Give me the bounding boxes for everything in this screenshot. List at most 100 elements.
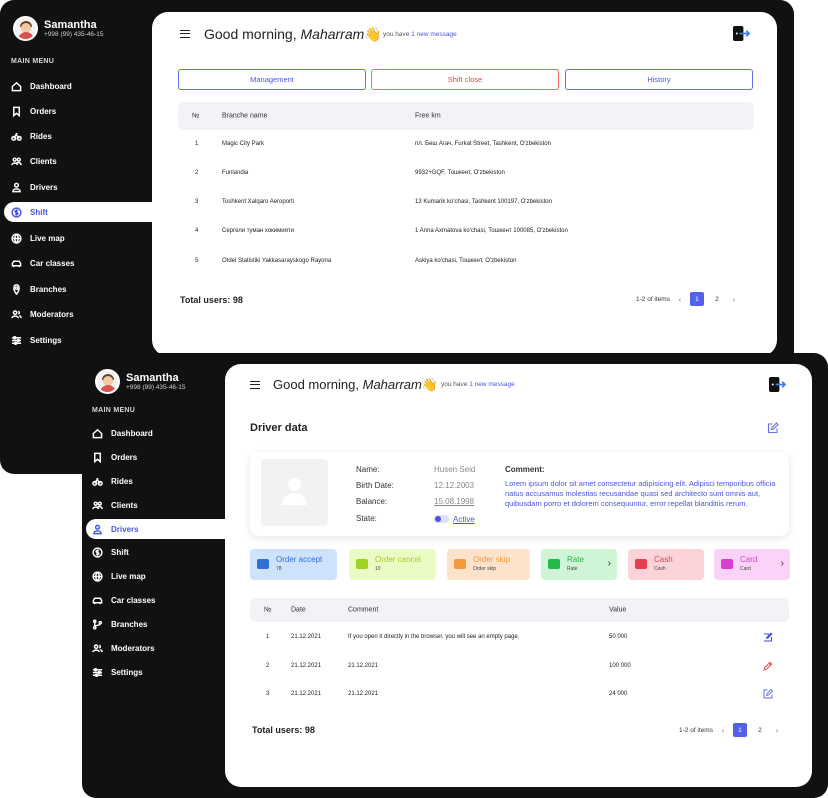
- next-page-icon[interactable]: ›: [773, 726, 781, 735]
- table-row[interactable]: 5 Otdel Statistiki Yakkasarayskogo Rayon…: [178, 247, 754, 275]
- stat-card[interactable]: Card Card ›: [714, 549, 790, 580]
- new-message-link[interactable]: 1 new message: [411, 31, 457, 38]
- logout-icon[interactable]: [768, 376, 787, 393]
- sidebar-item-branches[interactable]: Branches: [11, 279, 66, 299]
- table-row[interactable]: 2 Funlandia 9932+GQF, Тошкент, O'zbekist…: [178, 159, 754, 187]
- message-notice: you have 1 new message: [441, 381, 515, 388]
- sidebar-item-rides[interactable]: Rides: [11, 126, 52, 146]
- message-prefix: you have: [441, 381, 470, 388]
- stat-order-accept[interactable]: Order accept 78: [250, 549, 337, 580]
- prev-page-icon[interactable]: ‹: [676, 295, 684, 304]
- profile[interactable]: Samantha +998 (99) 435-46-15: [13, 16, 103, 41]
- cell-date: 21.12.2021: [291, 663, 322, 669]
- page-button[interactable]: 2: [753, 723, 767, 737]
- tab-management[interactable]: Management: [178, 69, 366, 90]
- folder-icon: [548, 559, 560, 569]
- home-icon: [92, 428, 103, 438]
- pagination: 1-2 of items ‹ 1 2 ›: [679, 723, 781, 737]
- pagination: 1-2 of items ‹ 1 2 ›: [636, 292, 738, 306]
- stat-cash[interactable]: Cash Cash: [628, 549, 704, 580]
- table-row[interactable]: 3 Toshkent Xalqaro Aeroporti 13 Kumarik …: [178, 188, 754, 216]
- cell-value: 100 000: [609, 663, 631, 669]
- new-message-link[interactable]: 1 new message: [469, 381, 515, 388]
- field-label-balance: Balance:: [356, 497, 388, 506]
- hamburger-menu-icon[interactable]: [180, 30, 190, 38]
- globe-icon: [92, 570, 103, 582]
- sidebar-item-shift[interactable]: Shift: [92, 542, 129, 562]
- sidebar-item-settings[interactable]: Settings: [92, 662, 143, 682]
- profile[interactable]: Samantha +998 (99) 435-46-15: [95, 369, 185, 394]
- sidebar-item-live-map[interactable]: Live map: [11, 228, 65, 248]
- driver-photo-placeholder[interactable]: [261, 459, 328, 526]
- cell-address: пл. Бeш Агач, Furkat Street, Tashkent, O…: [415, 141, 551, 147]
- sidebar-item-car-classes[interactable]: Car classes: [11, 253, 74, 273]
- table-row[interactable]: 2 21.12.2021 21.12.2021 100 000: [250, 652, 789, 680]
- stat-order-cancel[interactable]: Order cancel 10: [349, 549, 436, 580]
- sidebar-item-drivers[interactable]: Drivers: [86, 519, 225, 539]
- sidebar-item-label: Rides: [30, 131, 52, 141]
- pin-icon: [13, 283, 20, 295]
- next-page-icon[interactable]: ›: [730, 295, 738, 304]
- app-window-driver: Samantha +998 (99) 435-46-15 MAIN MENU D…: [82, 353, 828, 798]
- sidebar-item-live-map[interactable]: Live map: [92, 566, 146, 586]
- col-number: №: [264, 606, 272, 614]
- greeting-user: Maharram: [300, 26, 365, 42]
- moderators-icon: [92, 643, 103, 652]
- sidebar-item-orders[interactable]: Orders: [92, 447, 137, 467]
- page-button[interactable]: 1: [732, 723, 747, 737]
- sidebar-item-settings[interactable]: Settings: [11, 330, 62, 350]
- stat-sub: Cash: [654, 566, 666, 572]
- page-button[interactable]: 1: [689, 292, 704, 306]
- stat-rate[interactable]: Rate Rate ›: [541, 549, 617, 580]
- field-value-name: Husen Seid: [434, 465, 476, 474]
- cell-date: 21.12.2021: [291, 691, 322, 697]
- prev-page-icon[interactable]: ‹: [719, 726, 727, 735]
- check-edit-icon[interactable]: [763, 632, 773, 642]
- sidebar-item-orders[interactable]: Orders: [11, 101, 56, 121]
- cell-number: 2: [266, 663, 270, 669]
- composition: Samantha +998 (99) 435-46-15 MAIN MENU D…: [0, 0, 828, 798]
- table-row[interactable]: 1 21.12.2021 If you open it directly in …: [250, 623, 789, 651]
- sidebar-item-car-classes[interactable]: Car classes: [92, 590, 155, 610]
- stat-order-skip[interactable]: Order skip Order skip: [447, 549, 530, 580]
- sidebar-item-moderators[interactable]: Moderators: [92, 638, 155, 658]
- wave-emoji: 👋: [364, 26, 382, 42]
- sidebar-item-drivers[interactable]: Drivers: [11, 177, 58, 197]
- sidebar-item-clients[interactable]: Clients: [11, 151, 57, 171]
- table-row[interactable]: 3 21.12.2021 21.12.2021 24 000: [250, 680, 789, 708]
- comment-title: Comment:: [505, 465, 545, 474]
- table-row[interactable]: 1 Magic City Park пл. Бeш Агач, Furkat S…: [178, 130, 754, 158]
- folder-icon: [721, 559, 733, 569]
- table-row[interactable]: 4 Сергели туман хокимияти 1 Anna Axmatov…: [178, 217, 754, 245]
- hamburger-menu-icon[interactable]: [250, 381, 260, 389]
- sidebar-item-dashboard[interactable]: Dashboard: [92, 423, 153, 443]
- page-button[interactable]: 2: [710, 292, 724, 306]
- dollar-icon: [92, 546, 103, 558]
- logout-icon[interactable]: [732, 25, 751, 42]
- sidebar-item-clients[interactable]: Clients: [92, 495, 138, 515]
- delete-edit-icon[interactable]: [763, 661, 773, 671]
- sidebar-item-dashboard[interactable]: Dashboard: [11, 76, 152, 96]
- col-free-km: Free km: [415, 112, 441, 120]
- home-icon: [11, 81, 22, 91]
- stat-label: Order accept: [276, 555, 323, 564]
- tab-history[interactable]: History: [565, 69, 753, 90]
- sidebar-item-branches[interactable]: Branches: [92, 614, 147, 634]
- cell-number: 2: [195, 170, 199, 176]
- edit-icon[interactable]: [767, 422, 779, 434]
- cell-number: 1: [195, 141, 199, 147]
- greeting: Good morning, Maharram👋: [273, 377, 438, 393]
- cell-value: 24 000: [609, 691, 628, 697]
- tab-shift-close[interactable]: Shift close: [371, 69, 559, 90]
- table-header: № Date Comment Value: [250, 598, 789, 622]
- sidebar-item-label: Orders: [111, 452, 138, 462]
- state-toggle[interactable]: [434, 515, 449, 523]
- field-value-balance: 15.08.1998: [434, 497, 475, 506]
- wave-emoji: 👋: [421, 377, 439, 392]
- avatar: [95, 369, 120, 394]
- sidebar-item-moderators[interactable]: Moderators: [11, 304, 74, 324]
- profile-phone: +998 (99) 435-46-15: [44, 30, 104, 38]
- edit-icon[interactable]: [763, 689, 773, 699]
- sidebar-item-shift[interactable]: Shift: [4, 202, 152, 222]
- sidebar-item-rides[interactable]: Rides: [92, 471, 133, 491]
